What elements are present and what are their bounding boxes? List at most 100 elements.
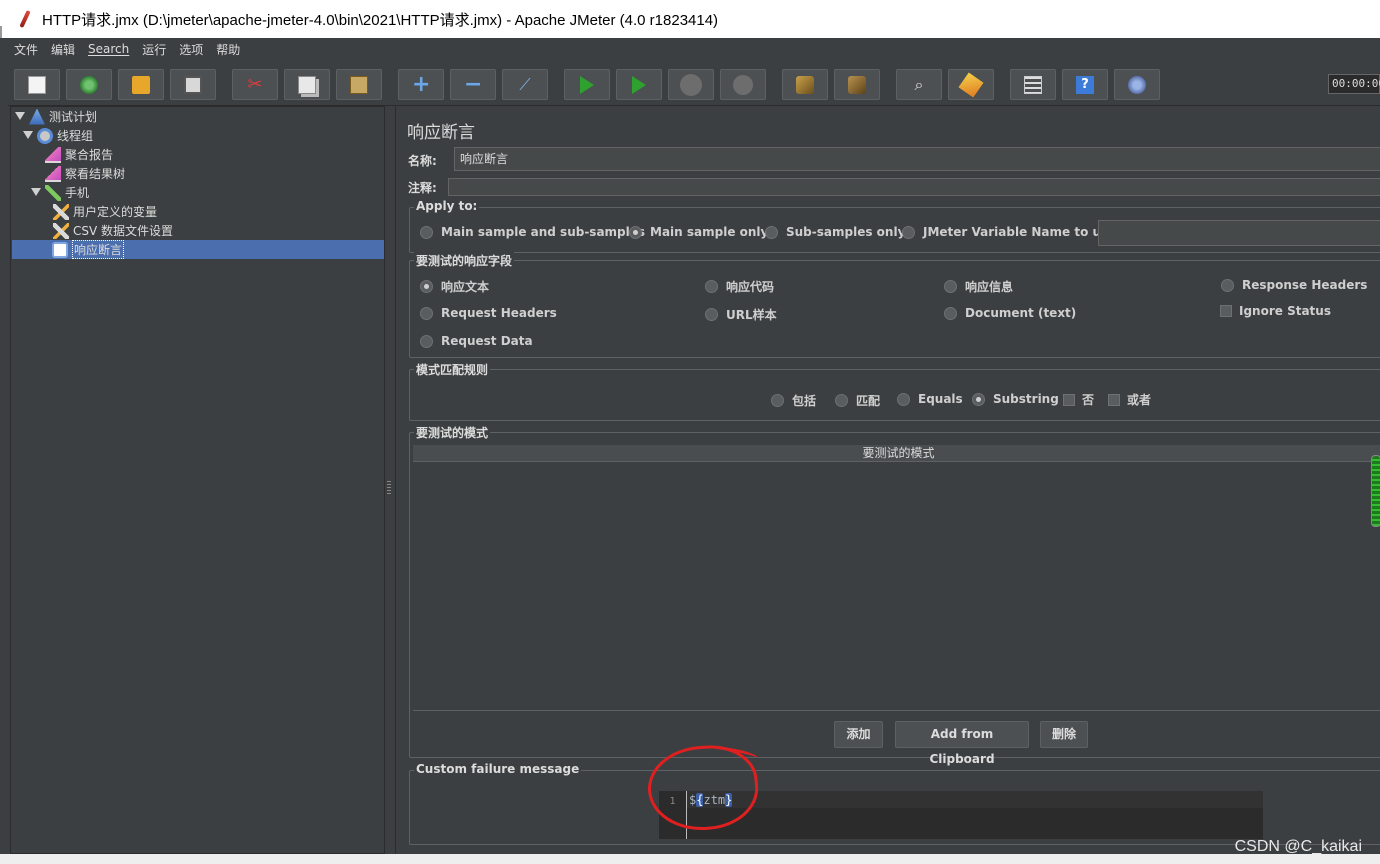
clear-all-button[interactable] [834,69,880,100]
field-response-text-radio[interactable]: 响应文本 [420,278,489,295]
radio-icon[interactable] [944,280,957,293]
radio-selected-icon[interactable] [629,225,642,239]
field-document-text-radio[interactable]: Document (text) [944,306,1076,320]
delete-pattern-button[interactable]: 删除 [1040,721,1088,748]
patterns-table-header[interactable]: 要测试的模式 [413,445,1380,462]
comment-field[interactable] [448,178,1380,196]
add-pattern-button[interactable]: 添加 [834,721,883,748]
option-label: Sub-samples only [786,225,906,239]
radio-selected-icon[interactable] [972,392,985,406]
add-from-clipboard-button[interactable]: Add from Clipboard [895,721,1029,766]
radio-icon[interactable] [902,225,915,239]
reset-search-button[interactable] [948,69,994,100]
copy-icon [298,75,316,94]
checkbox-icon[interactable] [1063,393,1075,406]
expand-button[interactable]: + [398,69,444,100]
menu-search[interactable]: Search [88,42,129,56]
field-request-headers-radio[interactable]: Request Headers [420,306,557,320]
tree-item-label: CSV 数据文件设置 [73,224,174,238]
checkbox-icon[interactable] [1220,305,1232,317]
rule-contains-radio[interactable]: 包括 [771,392,816,409]
tree-item-results-tree[interactable]: 察看结果树 [45,164,125,183]
divider-grip-icon[interactable] [387,481,391,495]
ignore-status-checkbox[interactable]: Ignore Status [1220,304,1331,318]
rule-substring-radio[interactable]: Substring [972,392,1059,406]
toggle-button[interactable]: ⟋ [502,69,548,100]
option-label: URL样本 [726,308,777,322]
radio-icon[interactable] [705,280,718,293]
radio-icon[interactable] [765,225,778,239]
function-helper-icon [1024,75,1042,94]
tree-item-phone[interactable]: 手机 [31,183,89,202]
cut-button[interactable]: ✂ [232,69,278,100]
paste-button[interactable] [336,69,382,100]
radio-icon[interactable] [420,225,433,239]
wrench-icon [53,222,69,239]
menu-options[interactable]: 选项 [179,41,203,58]
help-button[interactable]: ? [1062,69,1108,100]
current-line-highlight [687,791,1263,808]
field-response-code-radio[interactable]: 响应代码 [705,278,774,295]
apply-main-and-sub-radio[interactable]: Main sample and sub-samples [420,225,645,239]
tree-item-test-plan[interactable]: 测试计划 [15,107,97,126]
test-plan-tree: 测试计划 线程组 聚合报告 察看结果树 手机 用户定义的变量 CSV 数据文件设… [10,106,385,854]
menu-help[interactable]: 帮助 [216,41,240,58]
menu-file[interactable]: 文件 [14,41,38,58]
new-button[interactable] [14,69,60,100]
radio-icon[interactable] [897,392,910,406]
rule-matches-radio[interactable]: 匹配 [835,392,880,409]
radio-icon[interactable] [1221,278,1234,292]
apply-variable-radio[interactable]: JMeter Variable Name to use [902,225,1116,239]
clear-all-icon [848,75,866,94]
option-label: Response Headers [1242,278,1368,292]
split-pane-divider[interactable] [385,106,394,854]
expand-arrow-icon[interactable] [31,188,41,198]
radio-icon[interactable] [705,308,718,321]
expand-arrow-icon[interactable] [15,112,25,122]
tree-item-csv-config[interactable]: CSV 数据文件设置 [53,221,173,240]
radio-icon[interactable] [944,306,957,320]
variable-name-field[interactable] [1098,220,1380,246]
radio-icon[interactable] [420,306,433,320]
open-button[interactable] [118,69,164,100]
tree-item-thread-group[interactable]: 线程组 [23,126,93,145]
save-button[interactable] [170,69,216,100]
function-helper-button[interactable] [1010,69,1056,100]
search-button[interactable]: ⌕ [896,69,942,100]
start-button[interactable] [564,69,610,100]
name-field[interactable]: 响应断言 [454,147,1380,171]
patterns-table-body[interactable] [413,463,1380,711]
field-response-headers-radio[interactable]: Response Headers [1221,278,1367,292]
shutdown-button[interactable] [720,69,766,100]
templates-button[interactable] [66,69,112,100]
collapse-button[interactable]: − [450,69,496,100]
rule-equals-radio[interactable]: Equals [897,392,963,406]
menu-run[interactable]: 运行 [142,41,166,58]
tree-item-response-assertion[interactable]: 响应断言 [12,240,384,259]
apply-sub-only-radio[interactable]: Sub-samples only [765,225,905,239]
option-label: Request Data [441,334,533,348]
toggle-icon: ⟋ [519,74,531,94]
field-request-data-radio[interactable]: Request Data [420,334,533,348]
clear-button[interactable] [782,69,828,100]
expand-arrow-icon[interactable] [23,131,33,141]
option-label: 响应信息 [965,280,1014,294]
radio-icon[interactable] [771,394,784,407]
radio-icon[interactable] [420,334,433,348]
radio-selected-icon[interactable] [420,280,433,293]
checkbox-icon[interactable] [1108,393,1120,406]
field-response-message-radio[interactable]: 响应信息 [944,278,1013,295]
tree-item-user-variables[interactable]: 用户定义的变量 [53,202,157,221]
menu-edit[interactable]: 编辑 [51,41,75,58]
start-no-pause-button[interactable] [616,69,662,100]
remote-button[interactable] [1114,69,1160,100]
option-label: Main sample only [650,225,769,239]
apply-main-only-radio[interactable]: Main sample only [629,225,768,239]
rule-not-checkbox[interactable]: 否 [1063,391,1094,408]
tree-item-aggregate-report[interactable]: 聚合报告 [45,145,113,164]
rule-or-checkbox[interactable]: 或者 [1108,391,1151,408]
field-url-sample-radio[interactable]: URL样本 [705,306,777,323]
radio-icon[interactable] [835,394,848,407]
stop-button[interactable] [668,69,714,100]
copy-button[interactable] [284,69,330,100]
